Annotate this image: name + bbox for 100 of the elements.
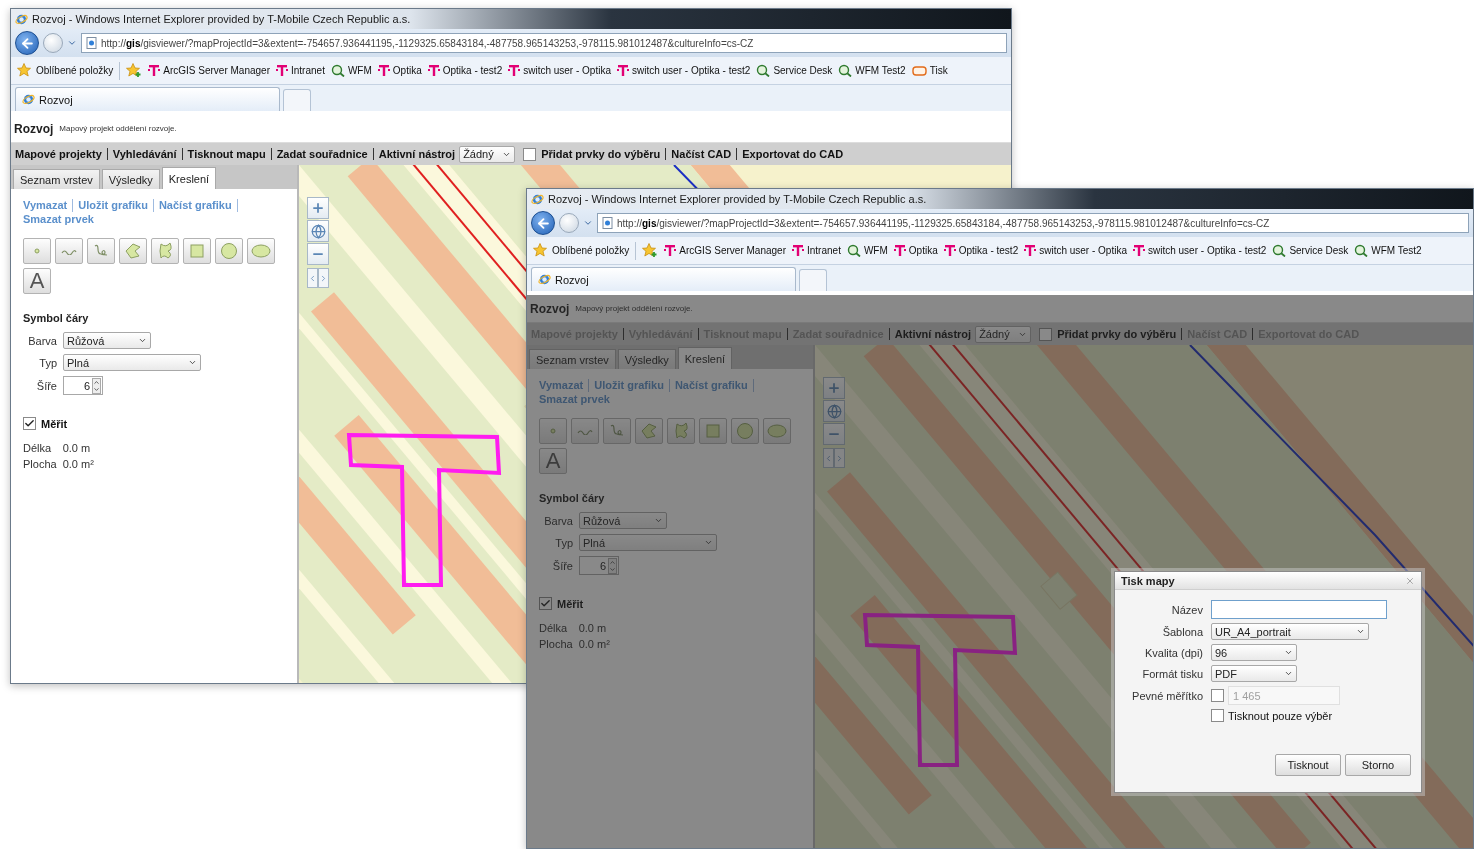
draw-tool-button[interactable] <box>23 238 51 264</box>
panel-tab[interactable]: Kreslení <box>677 347 733 369</box>
pan-left-button[interactable] <box>307 268 318 288</box>
select-field[interactable]: UR_A4_portrait <box>1211 623 1369 640</box>
pan-left-button[interactable] <box>823 448 834 468</box>
app-title: Rozvoj <box>14 121 54 136</box>
favorites-button[interactable]: Oblíbené položky <box>17 63 114 78</box>
bookmark-link[interactable]: Tisk <box>911 64 948 77</box>
bookmark-link[interactable]: Intranet <box>276 64 325 77</box>
bookmark-link[interactable]: WFM <box>846 244 888 257</box>
select-field[interactable]: PDF <box>1211 665 1297 682</box>
bookmark-link[interactable]: Optika <box>893 244 938 257</box>
bookmark-link[interactable]: Service Desk <box>756 64 833 77</box>
field-label: Typ <box>554 536 573 549</box>
draw-tool-button[interactable] <box>215 238 243 264</box>
bookmark-link[interactable]: ArcGIS Server Manager <box>148 64 270 77</box>
dropdown-caret-icon <box>67 38 77 48</box>
toolbar-link[interactable]: Exportovat do CAD <box>742 148 844 160</box>
select-field[interactable]: Plná <box>63 354 201 371</box>
draw-tool-button[interactable] <box>55 238 83 264</box>
tool-select[interactable]: Žádný <box>459 145 516 163</box>
bookmark-link[interactable]: Optika - test2 <box>427 64 503 77</box>
draw-tool-button[interactable] <box>151 238 179 264</box>
address-field[interactable]: http://gis/gisviewer/?mapProjectId=3&extent=-754657.936441195,-1129325.65843184,-487758.965143253,-978115.981012487&cultureInfo=cs-CZ <box>81 33 1007 53</box>
checkbox[interactable] <box>1211 709 1224 722</box>
check-icon <box>24 418 35 429</box>
draw-tool-button[interactable] <box>731 418 759 444</box>
bookmark-link[interactable]: WFM Test2 <box>838 64 906 77</box>
forward-button[interactable] <box>559 213 579 233</box>
draw-tool-button[interactable] <box>87 238 115 264</box>
bookmark-link[interactable]: WFM Test2 <box>1354 244 1422 257</box>
select-field[interactable]: Růžová <box>63 332 151 349</box>
browser-tab[interactable]: Rozvoj <box>531 267 796 291</box>
draw-tool-button[interactable] <box>635 418 663 444</box>
draw-tool-button[interactable] <box>247 238 275 264</box>
draw-tool-button[interactable] <box>667 418 695 444</box>
checkbox[interactable] <box>1039 327 1053 341</box>
new-tab-button[interactable] <box>283 89 311 111</box>
zoom-in-button[interactable] <box>823 377 845 399</box>
toolbar-link[interactable]: Mapové projekty <box>15 148 102 160</box>
pan-right-button[interactable] <box>834 448 845 468</box>
bookmark-link[interactable]: switch user - Optika - test2 <box>1133 244 1267 257</box>
toolbar-link[interactable]: Tisknout mapu <box>187 148 266 160</box>
panel-tab[interactable]: Kreslení <box>161 167 217 189</box>
bookmark-link[interactable]: Intranet <box>792 244 841 257</box>
draw-tool-button[interactable] <box>763 418 791 444</box>
checkbox[interactable] <box>523 147 537 161</box>
bookmark-link[interactable]: Service Desk <box>1272 244 1349 257</box>
close-icon[interactable] <box>1405 575 1415 586</box>
globe-button[interactable] <box>823 400 845 422</box>
select-field[interactable]: Plná <box>579 534 717 551</box>
draw-tool-button[interactable] <box>571 418 599 444</box>
dialog-button[interactable]: Storno <box>1345 754 1411 776</box>
checkbox[interactable] <box>23 417 36 430</box>
address-field[interactable]: http://gis/gisviewer/?mapProjectId=3&extent=-754657.936441195,-1129325.65843184,-487758.965143253,-978115.981012487&cultureInfo=cs-CZ <box>597 213 1469 233</box>
bookmark-link[interactable]: switch user - Optika <box>508 64 611 77</box>
caret-icon <box>188 358 197 367</box>
new-tab-button[interactable] <box>799 269 827 291</box>
number-field[interactable]: 6 <box>579 556 619 575</box>
draw-tool-button[interactable] <box>119 238 147 264</box>
bookmark-link[interactable]: Optika <box>377 64 422 77</box>
section-title: Symbol čáry <box>23 312 89 324</box>
bookmark-link[interactable]: switch user - Optika - test2 <box>617 64 751 77</box>
back-button[interactable] <box>15 31 39 55</box>
draw-tool-button[interactable] <box>539 418 567 444</box>
field-label: Typ <box>38 356 57 369</box>
number-field[interactable]: 6 <box>63 376 103 395</box>
bookmark-link[interactable]: WFM <box>330 64 372 77</box>
draw-tool-button[interactable] <box>603 418 631 444</box>
toolbar-link[interactable]: Zadat souřadnice <box>276 148 368 160</box>
globe-button[interactable] <box>307 220 329 242</box>
select-field[interactable]: Růžová <box>579 512 667 529</box>
panel-tab[interactable]: Seznam vrstev <box>529 349 616 369</box>
draw-tool-button[interactable] <box>183 238 211 264</box>
back-button[interactable] <box>531 211 555 235</box>
bookmark-link[interactable]: Optika - test2 <box>943 244 1019 257</box>
zoom-out-button[interactable] <box>307 243 329 265</box>
select-field[interactable]: 96 <box>1211 644 1297 661</box>
forward-button[interactable] <box>43 33 63 53</box>
toolbar-link[interactable]: Načíst CAD <box>671 148 732 160</box>
panel-tab[interactable]: Výsledky <box>101 169 160 189</box>
checkbox[interactable] <box>539 597 552 610</box>
tool-select[interactable]: Žádný <box>975 325 1032 343</box>
toolbar-link[interactable]: Vyhledávání <box>112 148 177 160</box>
draw-tool-button[interactable] <box>699 418 727 444</box>
input-field[interactable] <box>1211 600 1387 619</box>
window-title: Rozvoj - Windows Internet Explorer provided by T-Mobile Czech Republic a.s. <box>548 193 927 205</box>
pan-right-button[interactable] <box>318 268 329 288</box>
panel-tab[interactable]: Seznam vrstev <box>13 169 100 189</box>
bookmark-link[interactable]: ArcGIS Server Manager <box>664 244 786 257</box>
zoom-in-button[interactable] <box>307 197 329 219</box>
bookmark-link[interactable]: switch user - Optika <box>1024 244 1127 257</box>
spinner-arrows-icon[interactable] <box>608 557 617 574</box>
panel-tab[interactable]: Výsledky <box>617 349 676 369</box>
draw-tool-button[interactable]: A <box>23 268 51 294</box>
favorites-button[interactable]: Oblíbené položky <box>533 243 630 258</box>
dialog-button[interactable]: Tisknout <box>1275 754 1341 776</box>
zoom-out-button[interactable] <box>823 423 845 445</box>
spinner-arrows-icon[interactable] <box>92 377 101 394</box>
browser-tab[interactable]: Rozvoj <box>15 87 280 111</box>
